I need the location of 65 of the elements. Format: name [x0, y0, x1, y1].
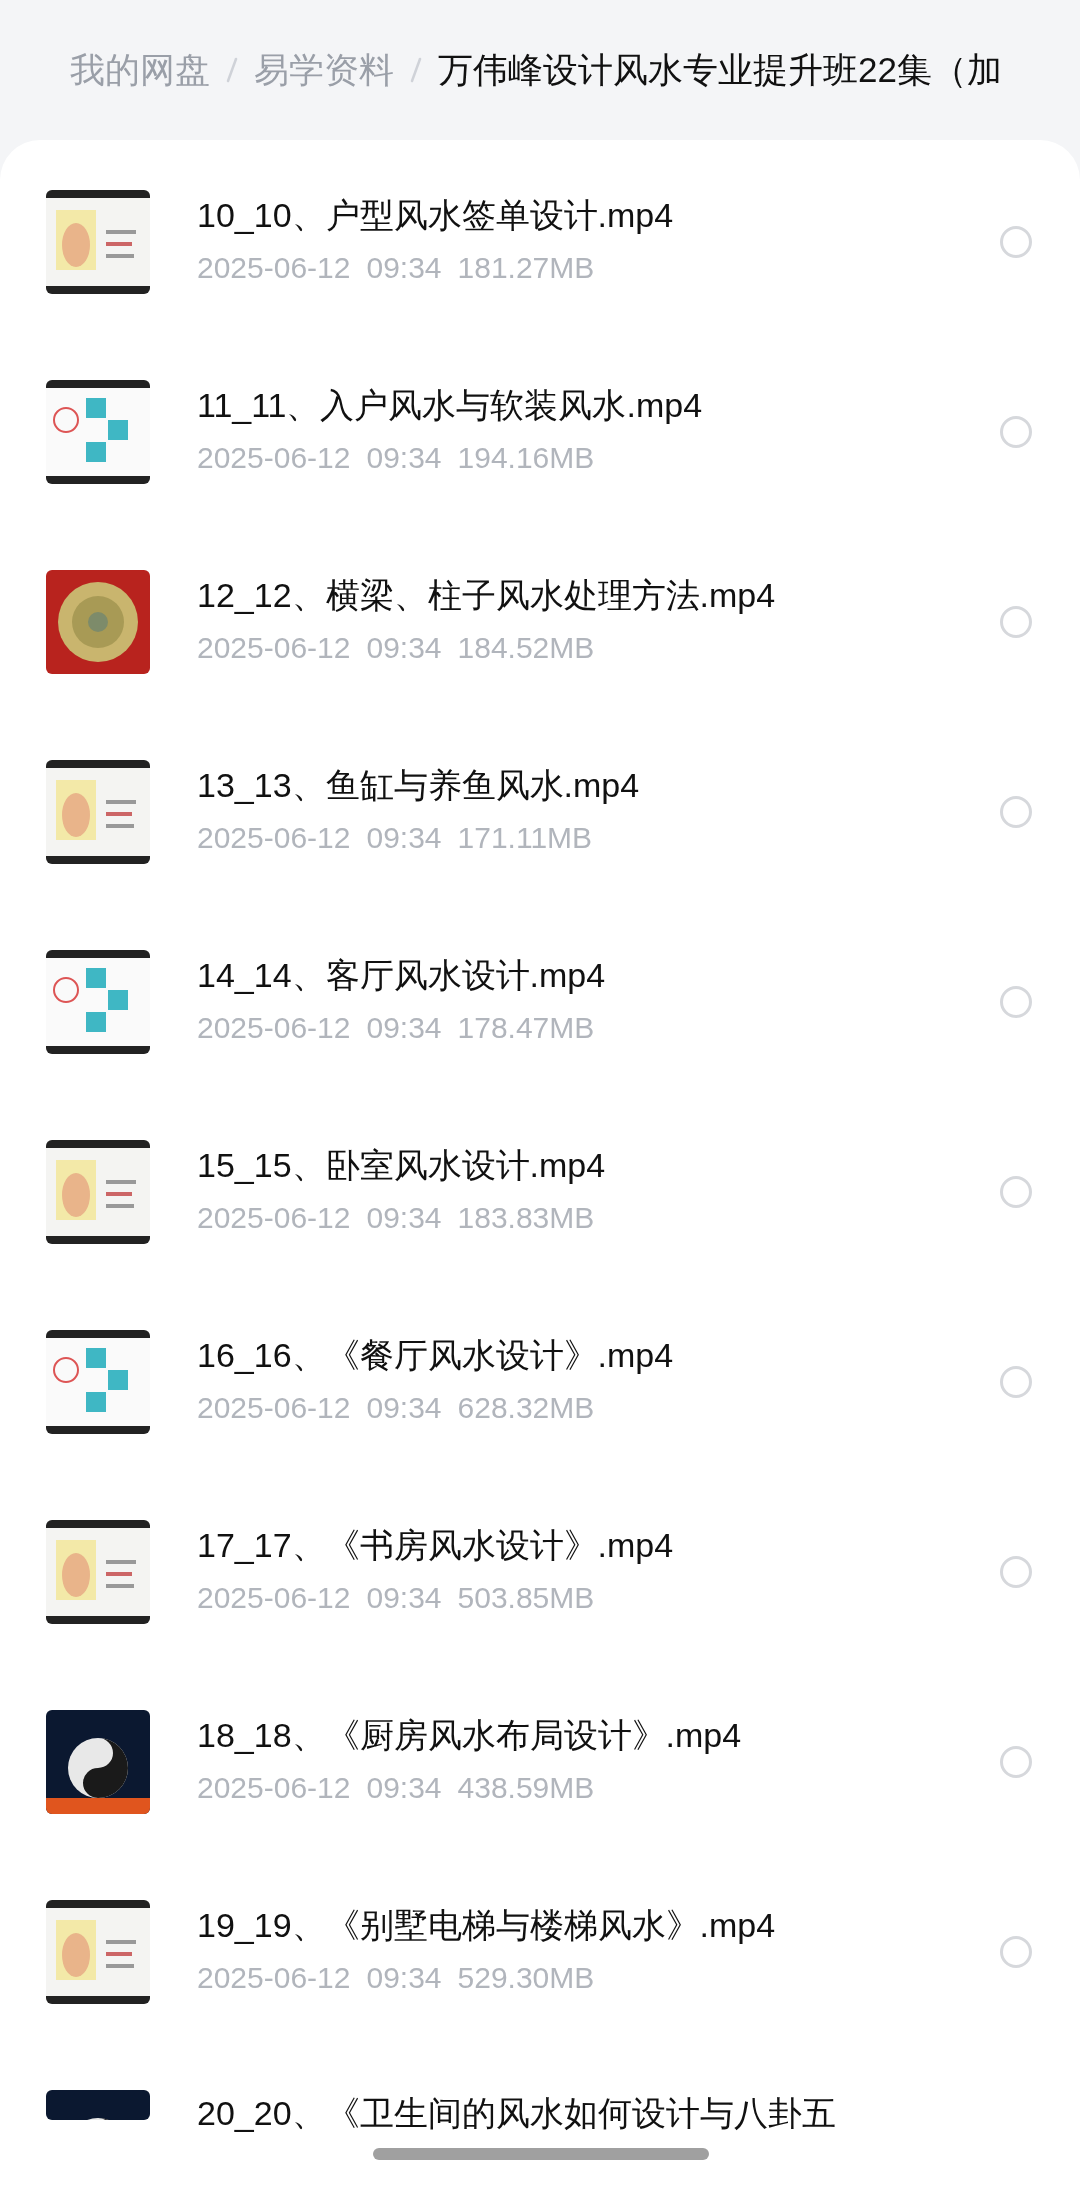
file-date: 2025-06-12 — [197, 1010, 351, 1046]
file-date: 2025-06-12 — [197, 1960, 351, 1996]
file-time: 09:34 — [366, 1770, 442, 1806]
file-size: 194.16MB — [457, 440, 595, 476]
file-name: 13_13、鱼缸与养鱼风水.mp4 — [197, 765, 641, 806]
select-radio[interactable] — [1000, 606, 1032, 638]
file-time: 09:34 — [366, 1960, 442, 1996]
file-name: 14_14、客厅风水设计.mp4 — [197, 955, 607, 996]
file-date: 2025-06-12 — [197, 1390, 351, 1426]
file-time: 09:34 — [366, 820, 442, 856]
file-name: 10_10、户型风水签单设计.mp4 — [197, 195, 675, 236]
file-row[interactable]: 17_17、《书房风水设计》.mp4 2025-06-12 09:34 503.85MB — [0, 1520, 1080, 1710]
file-date: 2025-06-12 — [197, 250, 351, 286]
select-radio[interactable] — [1000, 796, 1032, 828]
select-radio[interactable] — [1000, 1936, 1032, 1968]
file-name: 15_15、卧室风水设计.mp4 — [197, 1145, 607, 1186]
separator-icon — [226, 57, 238, 83]
select-radio[interactable] — [1000, 416, 1032, 448]
select-radio[interactable] — [1000, 1366, 1032, 1398]
file-time: 09:34 — [366, 1200, 442, 1236]
select-radio[interactable] — [1000, 1746, 1032, 1778]
file-name: 19_19、《别墅电梯与楼梯风水》.mp4 — [197, 1905, 777, 1946]
file-row[interactable]: 15_15、卧室风水设计.mp4 2025-06-12 09:34 183.83MB — [0, 1140, 1080, 1330]
file-size: 184.52MB — [457, 630, 595, 666]
file-row[interactable]: 14_14、客厅风水设计.mp4 2025-06-12 09:34 178.47MB — [0, 950, 1080, 1140]
select-radio[interactable] — [1000, 1176, 1032, 1208]
file-size: 503.85MB — [457, 1580, 595, 1616]
file-size: 171.11MB — [457, 820, 593, 856]
file-row[interactable]: 12_12、横梁、柱子风水处理方法.mp4 2025-06-12 09:34 184.52MB — [0, 570, 1080, 760]
select-radio[interactable] — [1000, 986, 1032, 1018]
file-size: 181.27MB — [457, 250, 595, 286]
file-time: 09:34 — [366, 1010, 442, 1046]
file-time: 09:34 — [366, 440, 442, 476]
file-row[interactable]: 10_10、户型风水签单设计.mp4 2025-06-12 09:34 181.27MB — [0, 190, 1080, 380]
file-name: 11_11、入户风水与软装风水.mp4 — [197, 385, 704, 426]
file-size: 178.47MB — [457, 1010, 595, 1046]
file-date: 2025-06-12 — [197, 1200, 351, 1236]
file-name: 12_12、横梁、柱子风水处理方法.mp4 — [197, 575, 777, 616]
file-name: 20_20、《卫生间的风水如何设计与八卦五 — [197, 2093, 836, 2134]
file-date: 2025-06-12 — [197, 440, 351, 476]
file-date: 2025-06-12 — [197, 1770, 351, 1806]
file-name: 17_17、《书房风水设计》.mp4 — [197, 1525, 675, 1566]
breadcrumb-item[interactable]: 万伟峰设计风水专业提升班22集（加 — [438, 43, 1002, 97]
select-radio[interactable] — [1000, 226, 1032, 258]
file-row[interactable]: 11_11、入户风水与软装风水.mp4 2025-06-12 09:34 194.16MB — [0, 380, 1080, 570]
separator-icon — [410, 57, 422, 83]
file-date: 2025-06-12 — [197, 820, 351, 856]
file-size: 529.30MB — [457, 1960, 595, 1996]
file-time: 09:34 — [366, 1580, 442, 1616]
file-row[interactable]: 13_13、鱼缸与养鱼风水.mp4 2025-06-12 09:34 171.11MB — [0, 760, 1080, 950]
file-size: 183.83MB — [457, 1200, 595, 1236]
home-indicator[interactable] — [373, 2148, 709, 2160]
file-size: 438.59MB — [457, 1770, 595, 1806]
file-name: 18_18、《厨房风水布局设计》.mp4 — [197, 1715, 743, 1756]
select-radio[interactable] — [1000, 1556, 1032, 1588]
file-date: 2025-06-12 — [197, 630, 351, 666]
file-time: 09:34 — [366, 250, 442, 286]
file-row[interactable]: 18_18、《厨房风水布局设计》.mp4 2025-06-12 09:34 438.59MB — [0, 1710, 1080, 1900]
file-date: 2025-06-12 — [197, 1580, 351, 1616]
file-row[interactable]: 19_19、《别墅电梯与楼梯风水》.mp4 2025-06-12 09:34 529.30MB — [0, 1900, 1080, 2090]
file-row[interactable]: 16_16、《餐厅风水设计》.mp4 2025-06-12 09:34 628.32MB — [0, 1330, 1080, 1520]
file-size: 628.32MB — [457, 1390, 595, 1426]
file-name: 16_16、《餐厅风水设计》.mp4 — [197, 1335, 675, 1376]
file-time: 09:34 — [366, 1390, 442, 1426]
file-time: 09:34 — [366, 630, 442, 666]
